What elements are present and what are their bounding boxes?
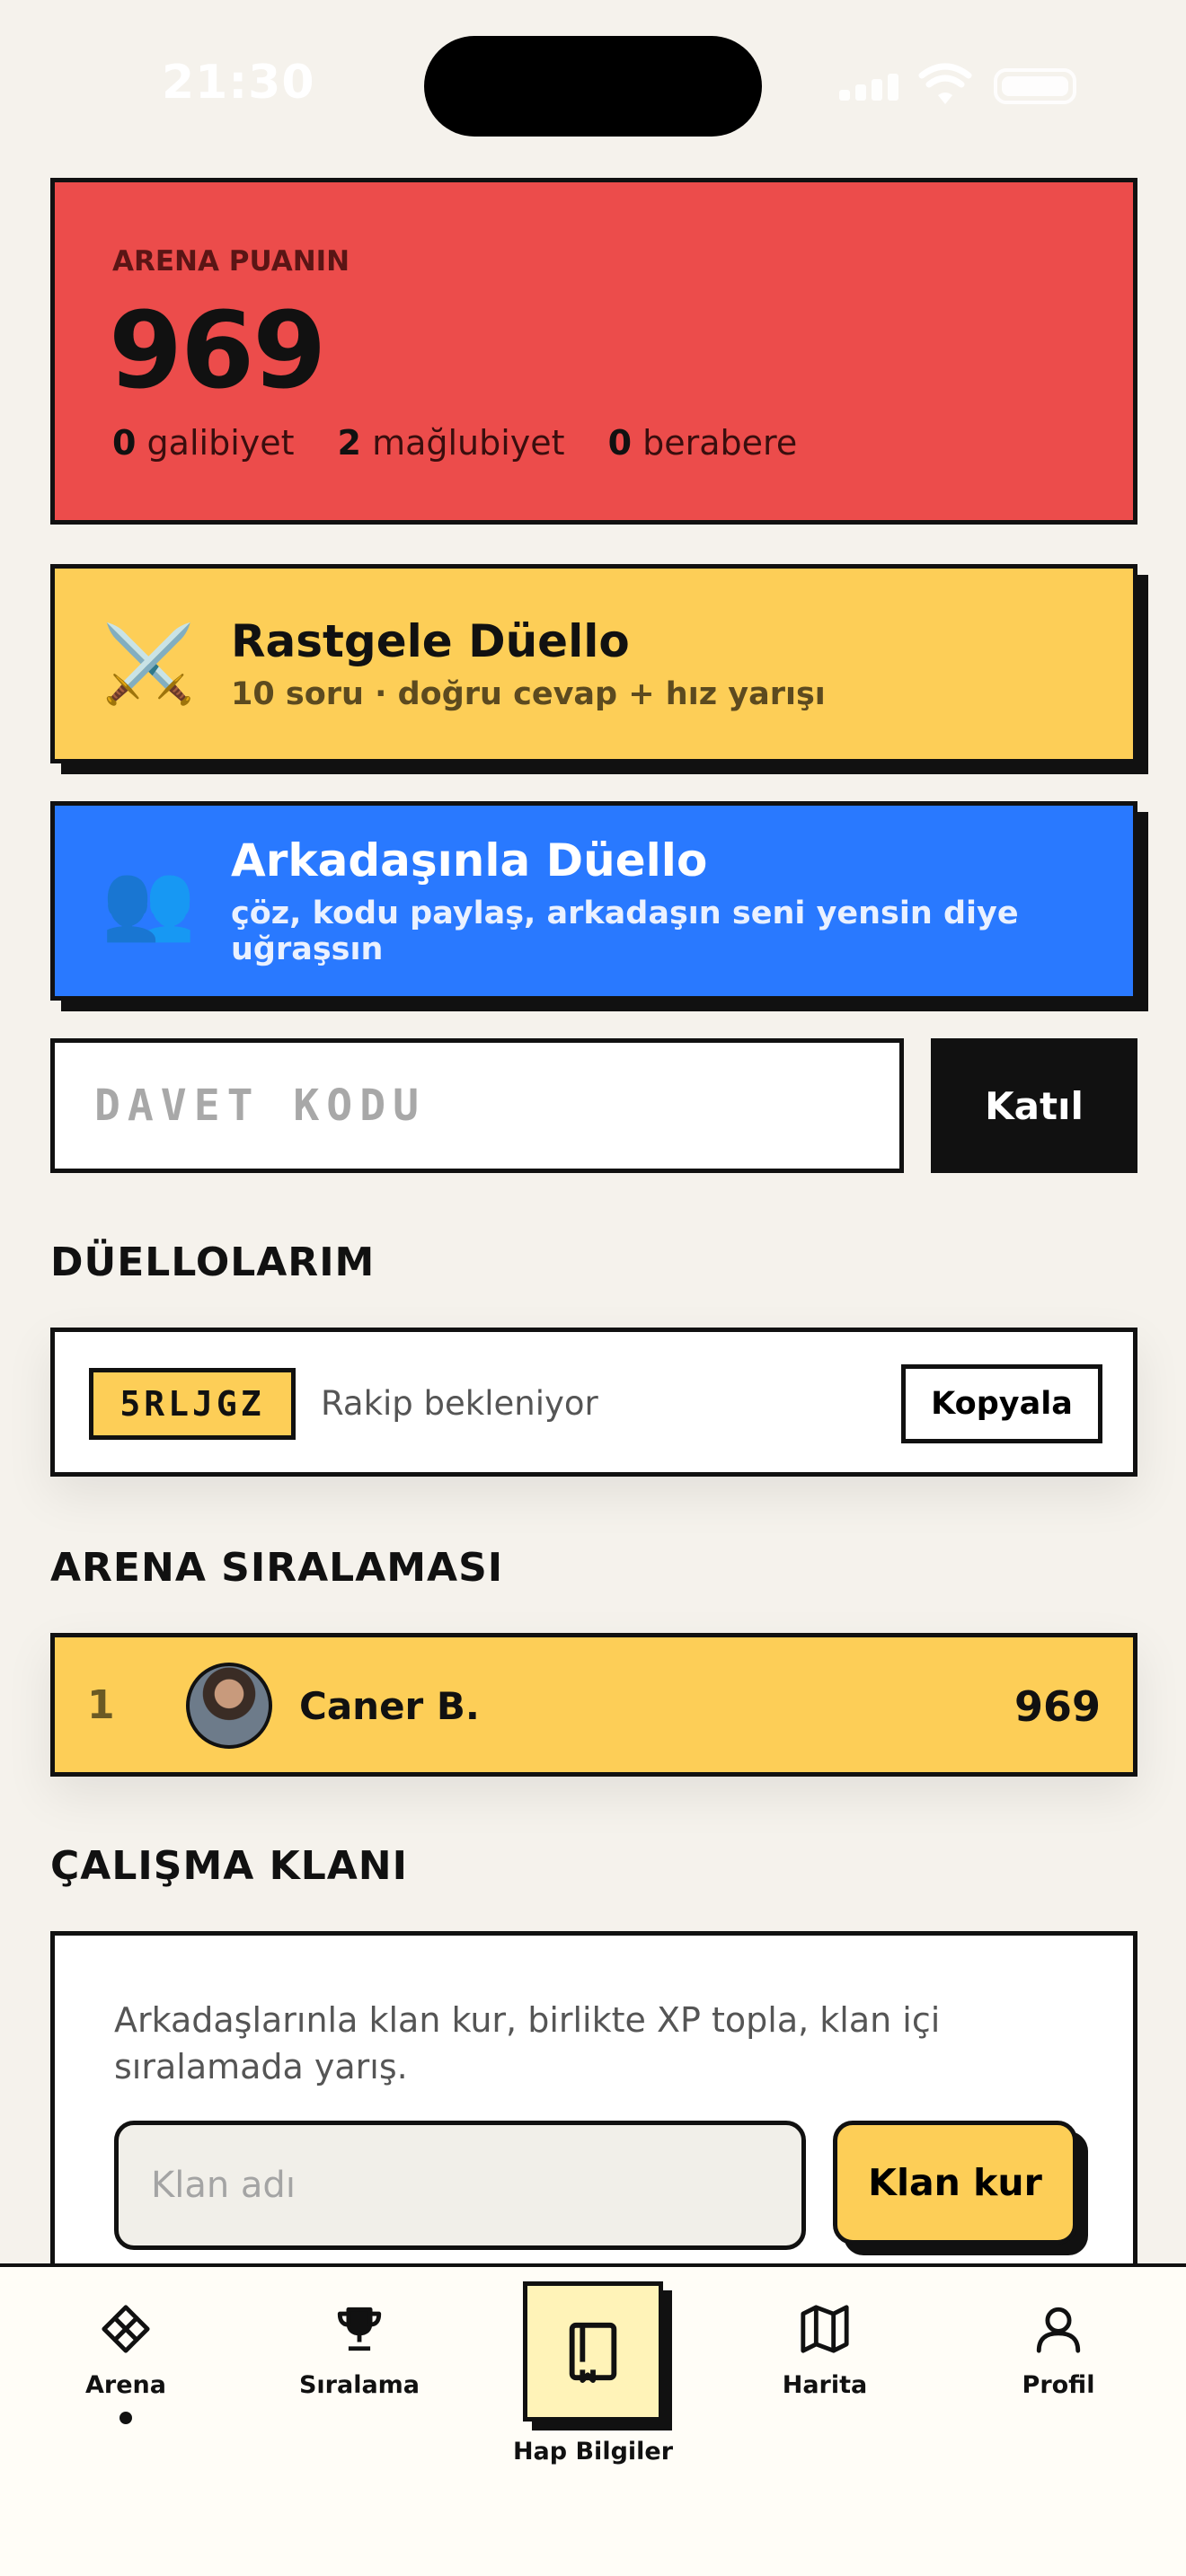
random-duel-subtitle: 10 soru · doğru cevap + hız yarışı <box>231 676 826 712</box>
create-clan-button[interactable]: Klan kur <box>833 2121 1077 2245</box>
user-icon <box>1036 2307 1081 2353</box>
copy-button[interactable]: Kopyala <box>901 1364 1102 1443</box>
leaderboard-row[interactable]: 1 Caner B. 969 <box>50 1633 1137 1777</box>
avatar <box>186 1663 272 1749</box>
score-stats: 0 galibiyet 2 mağlubiyet 0 berabere <box>112 423 797 463</box>
friend-duel-button[interactable]: 👥 Arkadaşınla Düello çöz, kodu paylaş, a… <box>50 801 1137 1001</box>
dynamic-island <box>424 36 762 137</box>
arena-icon <box>102 2305 150 2353</box>
score-value: 969 <box>109 288 326 412</box>
tab-map[interactable]: Harita <box>726 2303 924 2399</box>
tab-ranking-label: Sıralama <box>298 2371 420 2399</box>
tab-profile-label: Profil <box>1022 2371 1095 2399</box>
book-icon <box>569 2322 617 2383</box>
my-duel-row: 5RLJGZ Rakip bekleniyor Kopyala <box>50 1328 1137 1477</box>
clan-description: Arkadaşlarınla klan kur, birlikte XP top… <box>114 2000 941 2086</box>
battery-icon <box>994 68 1076 104</box>
tab-map-label: Harita <box>782 2371 868 2399</box>
duel-code-chip: 5RLJGZ <box>89 1368 296 1440</box>
arena-score-card: ARENA PUANIN 969 0 galibiyet 2 mağlubiye… <box>50 178 1137 525</box>
friend-duel-subtitle: çöz, kodu paylaş, arkadaşın seni yensin … <box>231 895 1019 967</box>
friend-duel-title: Arkadaşınla Düello <box>231 834 708 887</box>
tab-bar: Arena Sıralama Hap Bilgiler Harita Profi… <box>0 2263 1186 2576</box>
clan-name-input[interactable] <box>114 2121 806 2250</box>
duel-status: Rakip bekleniyor <box>321 1384 598 1423</box>
draws-stat: 0 berabere <box>607 423 798 463</box>
wifi-icon <box>918 63 972 104</box>
join-button[interactable]: Katıl <box>931 1038 1137 1173</box>
trophy-icon <box>337 2307 382 2351</box>
wins-stat: 0 galibiyet <box>112 423 295 463</box>
tab-arena[interactable]: Arena <box>27 2303 225 2424</box>
clan-title: ÇALIŞMA KLANI <box>50 1843 408 1889</box>
score-label: ARENA PUANIN <box>112 245 350 278</box>
active-indicator <box>119 2412 132 2424</box>
signal-icon <box>839 70 902 101</box>
player-score: 969 <box>1013 1682 1101 1731</box>
crossed-swords-icon: ⚔️ <box>102 620 196 708</box>
player-name: Caner B. <box>299 1684 480 1728</box>
random-duel-button[interactable]: ⚔️ Rastgele Düello 10 soru · doğru cevap… <box>50 564 1137 763</box>
tab-quick-facts-label: Hap Bilgiler <box>512 2438 674 2466</box>
tab-ranking[interactable]: Sıralama <box>261 2303 458 2399</box>
leaderboard-title: ARENA SIRALAMASI <box>50 1545 504 1591</box>
tab-quick-facts[interactable]: Hap Bilgiler <box>494 2281 692 2466</box>
tab-profile[interactable]: Profil <box>960 2303 1157 2399</box>
status-time: 21:30 <box>162 56 315 110</box>
losses-stat: 2 mağlubiyet <box>337 423 565 463</box>
rank-number: 1 <box>87 1682 115 1728</box>
invite-code-input[interactable] <box>50 1038 904 1173</box>
my-duels-title: DÜELLOLARIM <box>50 1239 376 1285</box>
tab-arena-label: Arena <box>85 2371 166 2399</box>
map-icon <box>801 2305 849 2353</box>
random-duel-title: Rastgele Düello <box>231 615 630 667</box>
two-people-icon: 👥 <box>102 857 196 945</box>
tab-quick-facts-box <box>523 2281 663 2422</box>
